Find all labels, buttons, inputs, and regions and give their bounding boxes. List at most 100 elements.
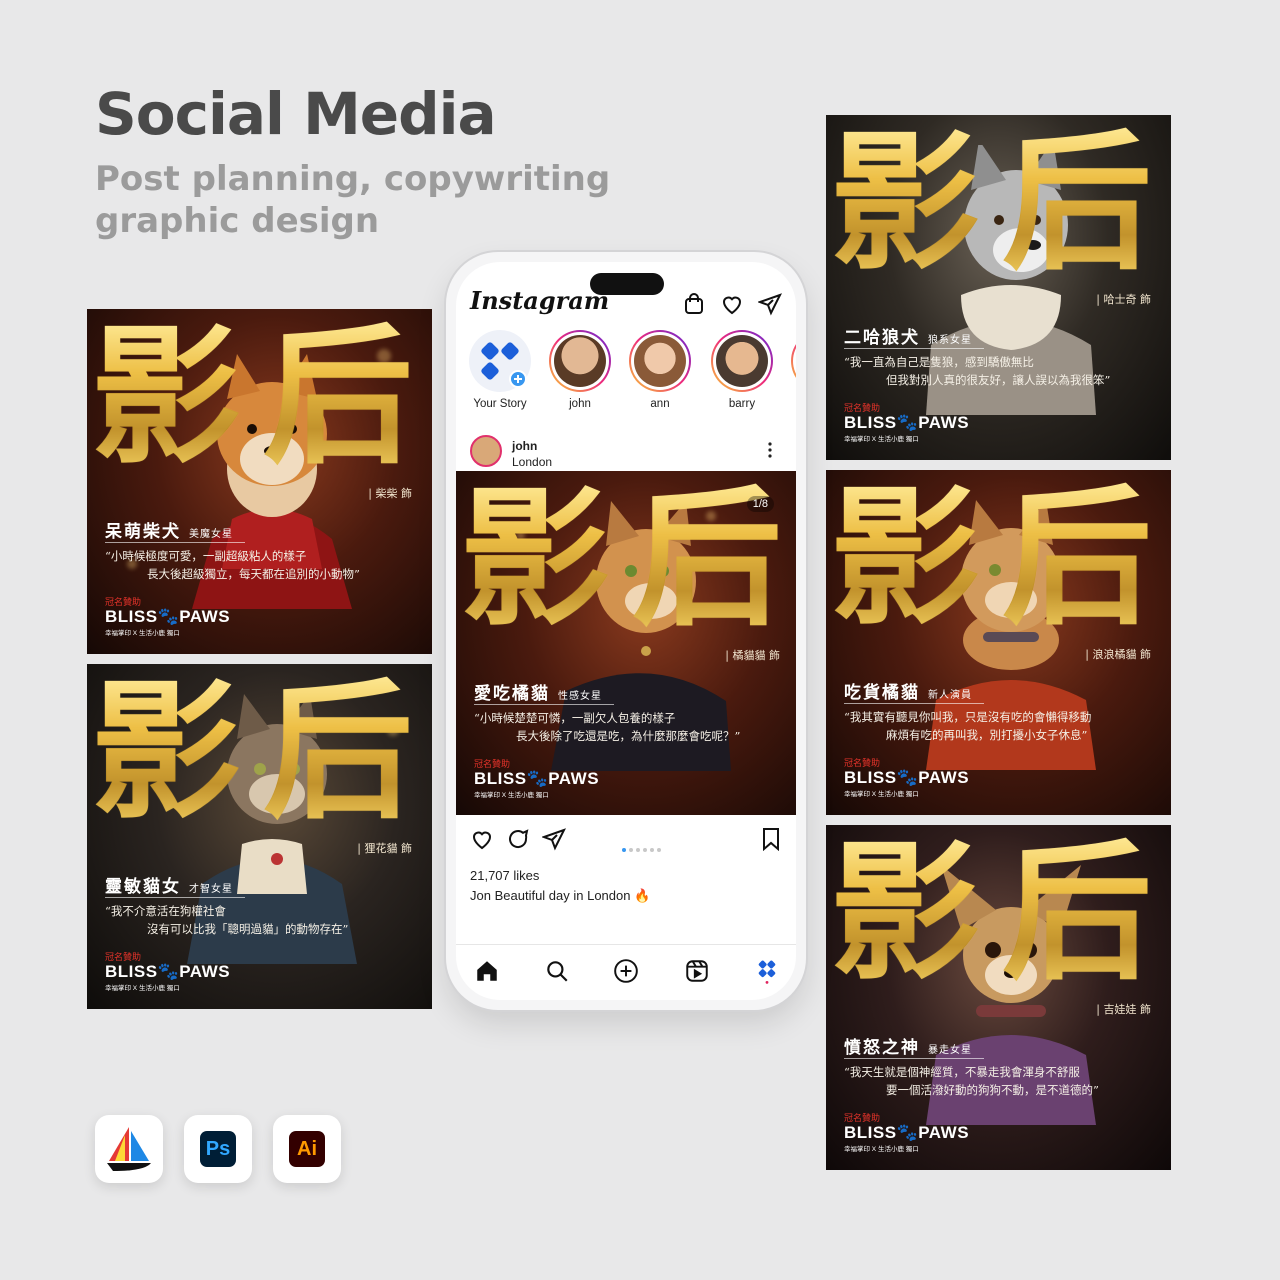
photoshop-icon: Ps — [200, 1131, 236, 1167]
brand-logo: BLISS🐾PAWS — [844, 1123, 970, 1142]
poster-orange-cat: 影 后 | 浪浪橘貓 飾 吃貨橘貓 新人演員 “我其實有聽見你叫我，只是沒有吃的會… — [826, 470, 1171, 815]
title-char-left: 影 — [91, 664, 242, 840]
title-char-right: 后 — [1002, 825, 1153, 1001]
avatar — [554, 335, 606, 387]
poster-tabby: 影 后 | 狸花貓 飾 靈敏貓女 才智女星 “我不介意活在狗權社會 沒有可以比我「聰… — [87, 664, 432, 1009]
poster-chihuahua: 影 后 | 吉娃娃 飾 憤怒之神 暴走女星 “我天生就是個神經質，不暴走我會渾身不… — [826, 825, 1171, 1170]
like-count[interactable]: 21,707 likes — [470, 868, 539, 883]
avatar — [716, 335, 768, 387]
brand-tagline: 幸福掌印 X 生活小鹿 獨口 — [105, 630, 180, 637]
brand-tagline: 幸福掌印 X 生活小鹿 獨口 — [844, 791, 919, 798]
story-ring — [549, 330, 611, 392]
caption-user[interactable]: Jon — [470, 888, 491, 903]
post-username[interactable]: john — [512, 439, 537, 453]
cast-credit: | 浪浪橘貓 飾 — [1085, 648, 1151, 661]
your-story-avatar — [469, 330, 531, 392]
brand-tagline: 幸福掌印 X 生活小鹿 獨口 — [844, 1146, 919, 1153]
divider — [474, 704, 614, 705]
title-char-left: 影 — [91, 309, 242, 485]
carousel-dots — [622, 837, 664, 856]
story-label: john — [569, 398, 591, 410]
title-char-right: 后 — [263, 664, 414, 840]
title-char-right: 后 — [263, 309, 414, 485]
comment-icon[interactable] — [506, 827, 530, 851]
instagram-screen: Instagram Your Story john ann barry john… — [456, 262, 796, 1000]
brand-tagline: 幸福掌印 X 生活小鹿 獨口 — [474, 792, 549, 799]
story-your-story[interactable]: Your Story — [464, 330, 536, 410]
story-partial[interactable] — [786, 330, 796, 392]
role-title: 二哈狼犬 狼系女星 — [844, 328, 972, 348]
title-char-left: 影 — [460, 471, 611, 647]
illustrator-app-icon: Ai — [273, 1115, 341, 1183]
divider — [844, 348, 984, 349]
poster-husky: 影 后 | 哈士奇 飾 二哈狼犬 狼系女星 “我一直為自己是隻狼，感到驕傲無比 但我… — [826, 115, 1171, 460]
role-title: 憤怒之神 暴走女星 — [844, 1038, 972, 1058]
quote: “我天生就是個神經質，不暴走我會渾身不舒服 要一個活潑好動的狗狗不動，是不道德的” — [844, 1065, 1099, 1097]
brand-logo: BLISS🐾PAWS — [105, 607, 231, 626]
quote: “小時候楚楚可憐，一副欠人包養的樣子 長大後除了吃還是吃，為什麼那麼會吃呢？” — [474, 711, 741, 743]
story-label: ann — [650, 398, 670, 410]
post-actions — [470, 827, 790, 853]
instagram-logo[interactable]: Instagram — [470, 286, 609, 315]
quote: “我不介意活在狗權社會 沒有可以比我「聰明過貓」的動物存在” — [105, 904, 349, 936]
brand-logo: BLISS🐾PAWS — [844, 413, 970, 432]
divider — [844, 703, 984, 704]
share-icon[interactable] — [542, 827, 566, 851]
divider — [105, 542, 245, 543]
reels-icon[interactable] — [684, 958, 710, 984]
phone-mockup: Instagram Your Story john ann barry john… — [446, 252, 806, 1010]
story-john[interactable]: john — [544, 330, 616, 410]
more-options-icon[interactable] — [768, 442, 772, 458]
quote: “我一直為自己是隻狼，感到驕傲無比 但我對別人真的很友好，讓人誤以為我很笨” — [844, 355, 1111, 387]
like-icon[interactable] — [470, 827, 494, 851]
story-ring — [629, 330, 691, 392]
home-icon[interactable] — [474, 958, 500, 984]
heart-icon[interactable] — [720, 292, 744, 316]
brand-logo: BLISS🐾PAWS — [844, 768, 970, 787]
divider — [105, 897, 245, 898]
bottom-tab-bar — [456, 958, 796, 988]
post-image[interactable]: 影 后 1/8 | 橘貓貓 飾 愛吃橘貓 性感女星 “小時候楚楚可憐，一副欠人包養… — [456, 471, 796, 815]
title-char-right: 后 — [1002, 115, 1153, 291]
caption-text: Beautiful day in London 🔥 — [494, 888, 651, 903]
illustrator-icon: Ai — [289, 1131, 325, 1167]
stories-bar: Your Story john ann barry — [456, 330, 796, 422]
cast-credit: | 狸花貓 飾 — [357, 842, 412, 855]
story-label: Your Story — [473, 398, 527, 410]
story-barry[interactable]: barry — [706, 330, 778, 410]
title-char-left: 影 — [830, 470, 981, 646]
cast-credit: | 哈士奇 飾 — [1096, 293, 1151, 306]
story-ann[interactable]: ann — [624, 330, 696, 410]
tab-bar-divider — [456, 944, 796, 945]
quote: “小時候極度可愛，一副超級粘人的樣子 長大後超級獨立，每天都在追別的小動物” — [105, 549, 360, 581]
brand-logo: BLISS🐾PAWS — [474, 769, 600, 788]
title-char-left: 影 — [830, 115, 981, 291]
poster-shiba: 影 后 | 柴柴 飾 呆萌柴犬 美魔女星 “小時候極度可愛，一副超級粘人的樣子 長大… — [87, 309, 432, 654]
photoshop-app-icon: Ps — [184, 1115, 252, 1183]
post-caption: Jon Beautiful day in London 🔥 — [470, 888, 650, 904]
post-avatar[interactable] — [470, 435, 502, 467]
title-char-left: 影 — [830, 825, 981, 1001]
profile-grid-icon[interactable] — [754, 958, 780, 984]
search-icon[interactable] — [544, 958, 570, 984]
divider — [844, 1058, 984, 1059]
role-title: 吃貨橘貓 新人演員 — [844, 683, 972, 703]
title-char-right: 后 — [1002, 470, 1153, 646]
midjourney-app-icon — [95, 1115, 163, 1183]
cast-credit: | 橘貓貓 飾 — [725, 649, 780, 662]
role-title: 靈敏貓女 才智女星 — [105, 877, 233, 897]
sailboat-icon — [107, 1127, 151, 1171]
create-icon[interactable] — [613, 958, 639, 984]
story-ring — [791, 330, 796, 392]
page-subtitle: Post planning, copywriting graphic desig… — [95, 159, 611, 241]
direct-message-icon[interactable] — [758, 292, 782, 316]
post-location[interactable]: London — [512, 455, 552, 469]
page-title: Social Media — [95, 80, 497, 148]
shop-bag-icon[interactable] — [682, 292, 706, 316]
story-ring — [711, 330, 773, 392]
role-title: 呆萌柴犬 美魔女星 — [105, 522, 233, 542]
app-grid-icon — [481, 342, 527, 388]
bookmark-icon[interactable] — [760, 827, 782, 851]
story-label: barry — [728, 398, 756, 410]
brand-logo: BLISS🐾PAWS — [105, 962, 231, 981]
